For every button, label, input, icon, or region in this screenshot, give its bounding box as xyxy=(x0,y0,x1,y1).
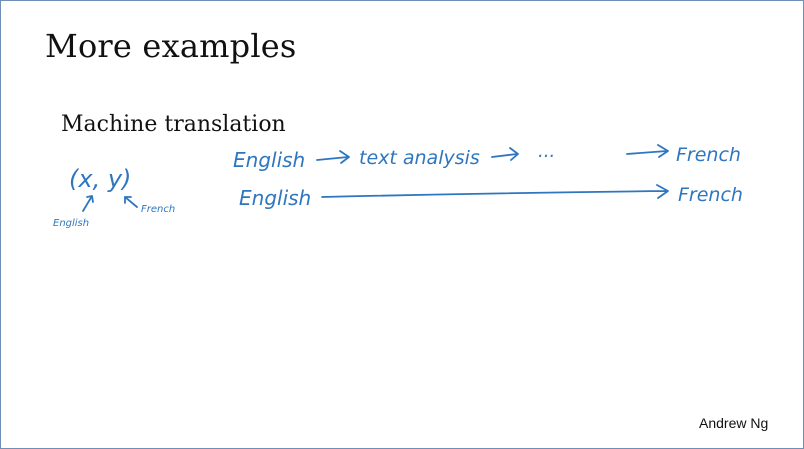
x-note-label: English xyxy=(53,218,89,229)
row1-arrow-3 xyxy=(626,144,669,158)
author-credit: Andrew Ng xyxy=(699,415,769,431)
y-note-arrow xyxy=(124,196,138,208)
row2-long-arrow xyxy=(321,184,669,199)
row1-arrow-1 xyxy=(316,150,350,164)
x-note-arrow xyxy=(82,195,94,212)
slide: More examples Machine translation (x, y)… xyxy=(0,0,804,449)
row1-mid-label: text analysis xyxy=(359,147,480,169)
xy-pair-label: (x, y) xyxy=(69,165,131,193)
row2-target-label: French xyxy=(678,184,743,206)
row1-arrow-2 xyxy=(491,147,519,161)
row2-source-label: English xyxy=(239,186,311,210)
row1-target-label: French xyxy=(676,144,741,166)
row1-ellipsis: ... xyxy=(538,141,555,162)
handwritten-annotations: (x, y) English French English text analy… xyxy=(53,141,743,229)
row1-source-label: English xyxy=(233,148,305,172)
y-note-label: French xyxy=(141,204,175,215)
